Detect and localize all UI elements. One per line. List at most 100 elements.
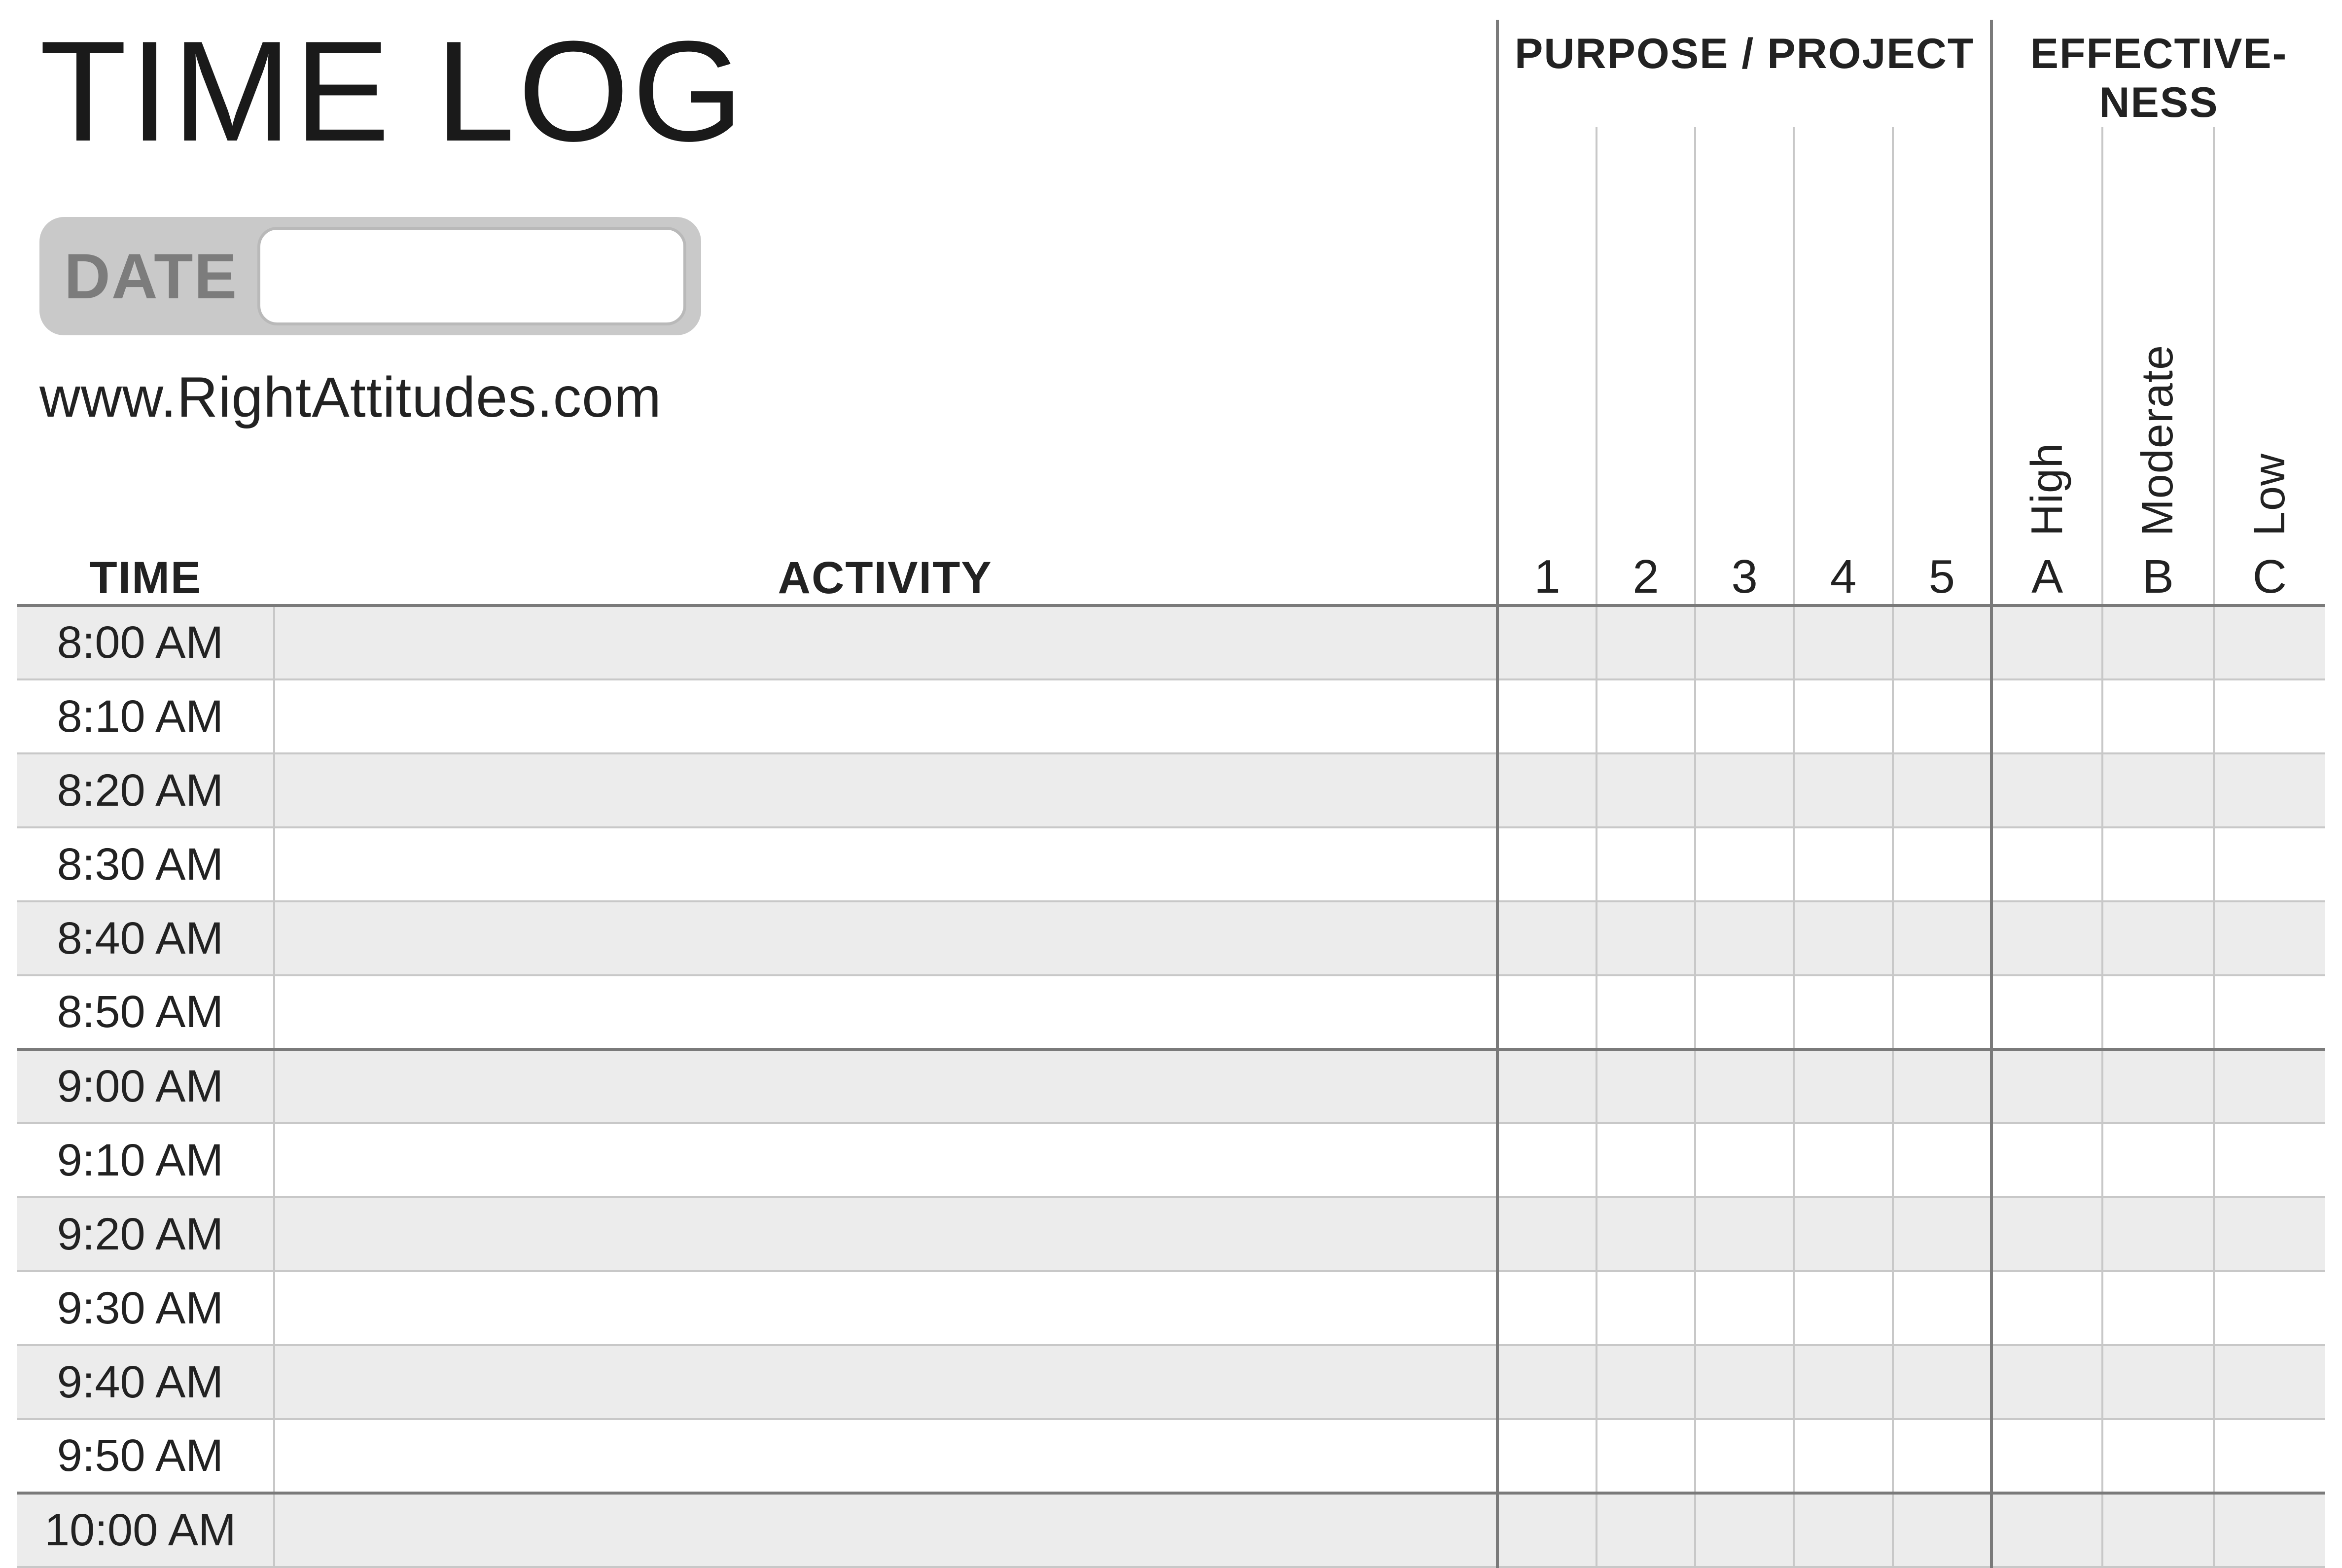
effectiveness-cell[interactable] — [2102, 1271, 2213, 1345]
purpose-cell[interactable] — [1597, 1271, 1695, 1345]
purpose-cell[interactable] — [1794, 901, 1892, 975]
activity-cell[interactable] — [274, 1049, 1498, 1123]
activity-cell[interactable] — [274, 679, 1498, 753]
purpose-cell[interactable] — [1597, 1197, 1695, 1271]
purpose-cell[interactable] — [1794, 827, 1892, 901]
purpose-cell[interactable] — [1597, 1049, 1695, 1123]
purpose-cell[interactable] — [1794, 679, 1892, 753]
effectiveness-cell[interactable] — [2214, 901, 2325, 975]
purpose-cell[interactable] — [1497, 1419, 1596, 1493]
activity-cell[interactable] — [274, 1123, 1498, 1197]
purpose-cell[interactable] — [1794, 1271, 1892, 1345]
purpose-cell[interactable] — [1893, 1197, 1991, 1271]
purpose-cell[interactable] — [1893, 606, 1991, 679]
purpose-cell[interactable] — [1597, 606, 1695, 679]
purpose-cell[interactable] — [1695, 1197, 1794, 1271]
effectiveness-cell[interactable] — [1991, 606, 2102, 679]
purpose-cell[interactable] — [1893, 1493, 1991, 1567]
purpose-cell[interactable] — [1497, 606, 1596, 679]
activity-cell[interactable] — [274, 1345, 1498, 1419]
purpose-cell[interactable] — [1794, 1419, 1892, 1493]
purpose-cell[interactable] — [1893, 975, 1991, 1049]
effectiveness-cell[interactable] — [2214, 1271, 2325, 1345]
effectiveness-cell[interactable] — [2102, 1493, 2213, 1567]
purpose-cell[interactable] — [1497, 1049, 1596, 1123]
purpose-cell[interactable] — [1893, 827, 1991, 901]
effectiveness-cell[interactable] — [2102, 901, 2213, 975]
purpose-cell[interactable] — [1695, 1493, 1794, 1567]
purpose-cell[interactable] — [1893, 1049, 1991, 1123]
purpose-cell[interactable] — [1893, 1271, 1991, 1345]
activity-cell[interactable] — [274, 827, 1498, 901]
purpose-cell[interactable] — [1497, 679, 1596, 753]
purpose-cell[interactable] — [1497, 1271, 1596, 1345]
purpose-cell[interactable] — [1497, 1345, 1596, 1419]
activity-cell[interactable] — [274, 753, 1498, 827]
purpose-cell[interactable] — [1695, 1049, 1794, 1123]
effectiveness-cell[interactable] — [2102, 1197, 2213, 1271]
purpose-cell[interactable] — [1695, 901, 1794, 975]
effectiveness-cell[interactable] — [1991, 1123, 2102, 1197]
purpose-cell[interactable] — [1497, 901, 1596, 975]
effectiveness-cell[interactable] — [1991, 1049, 2102, 1123]
purpose-cell[interactable] — [1497, 1197, 1596, 1271]
effectiveness-cell[interactable] — [2214, 753, 2325, 827]
effectiveness-cell[interactable] — [1991, 975, 2102, 1049]
activity-cell[interactable] — [274, 1197, 1498, 1271]
purpose-cell[interactable] — [1597, 827, 1695, 901]
effectiveness-cell[interactable] — [1991, 827, 2102, 901]
purpose-cell[interactable] — [1695, 606, 1794, 679]
purpose-cell[interactable] — [1794, 753, 1892, 827]
effectiveness-cell[interactable] — [2102, 679, 2213, 753]
effectiveness-cell[interactable] — [2102, 753, 2213, 827]
purpose-cell[interactable] — [1497, 975, 1596, 1049]
effectiveness-cell[interactable] — [2214, 1123, 2325, 1197]
purpose-cell[interactable] — [1695, 827, 1794, 901]
effectiveness-cell[interactable] — [2214, 679, 2325, 753]
activity-cell[interactable] — [274, 1419, 1498, 1493]
purpose-cell[interactable] — [1794, 975, 1892, 1049]
effectiveness-cell[interactable] — [2214, 1419, 2325, 1493]
effectiveness-cell[interactable] — [2102, 1049, 2213, 1123]
effectiveness-cell[interactable] — [2102, 1123, 2213, 1197]
purpose-cell[interactable] — [1597, 975, 1695, 1049]
effectiveness-cell[interactable] — [2214, 1345, 2325, 1419]
purpose-cell[interactable] — [1597, 1419, 1695, 1493]
activity-cell[interactable] — [274, 1271, 1498, 1345]
effectiveness-cell[interactable] — [2102, 606, 2213, 679]
activity-cell[interactable] — [274, 975, 1498, 1049]
purpose-cell[interactable] — [1497, 1493, 1596, 1567]
effectiveness-cell[interactable] — [2102, 1419, 2213, 1493]
purpose-cell[interactable] — [1695, 679, 1794, 753]
purpose-cell[interactable] — [1893, 1123, 1991, 1197]
effectiveness-cell[interactable] — [2102, 827, 2213, 901]
purpose-cell[interactable] — [1497, 827, 1596, 901]
purpose-cell[interactable] — [1695, 975, 1794, 1049]
purpose-cell[interactable] — [1695, 1271, 1794, 1345]
purpose-cell[interactable] — [1597, 1345, 1695, 1419]
purpose-cell[interactable] — [1597, 679, 1695, 753]
effectiveness-cell[interactable] — [2102, 1345, 2213, 1419]
effectiveness-cell[interactable] — [1991, 1493, 2102, 1567]
purpose-cell[interactable] — [1893, 1419, 1991, 1493]
purpose-cell[interactable] — [1497, 753, 1596, 827]
effectiveness-cell[interactable] — [2214, 606, 2325, 679]
purpose-cell[interactable] — [1794, 1493, 1892, 1567]
effectiveness-cell[interactable] — [2214, 975, 2325, 1049]
effectiveness-cell[interactable] — [1991, 901, 2102, 975]
effectiveness-cell[interactable] — [2214, 1049, 2325, 1123]
purpose-cell[interactable] — [1794, 606, 1892, 679]
effectiveness-cell[interactable] — [1991, 1271, 2102, 1345]
purpose-cell[interactable] — [1794, 1049, 1892, 1123]
purpose-cell[interactable] — [1597, 1123, 1695, 1197]
effectiveness-cell[interactable] — [2214, 1197, 2325, 1271]
purpose-cell[interactable] — [1695, 1419, 1794, 1493]
purpose-cell[interactable] — [1497, 1123, 1596, 1197]
purpose-cell[interactable] — [1794, 1345, 1892, 1419]
effectiveness-cell[interactable] — [1991, 1419, 2102, 1493]
purpose-cell[interactable] — [1597, 1493, 1695, 1567]
effectiveness-cell[interactable] — [1991, 1197, 2102, 1271]
effectiveness-cell[interactable] — [2214, 827, 2325, 901]
purpose-cell[interactable] — [1794, 1123, 1892, 1197]
activity-cell[interactable] — [274, 606, 1498, 679]
